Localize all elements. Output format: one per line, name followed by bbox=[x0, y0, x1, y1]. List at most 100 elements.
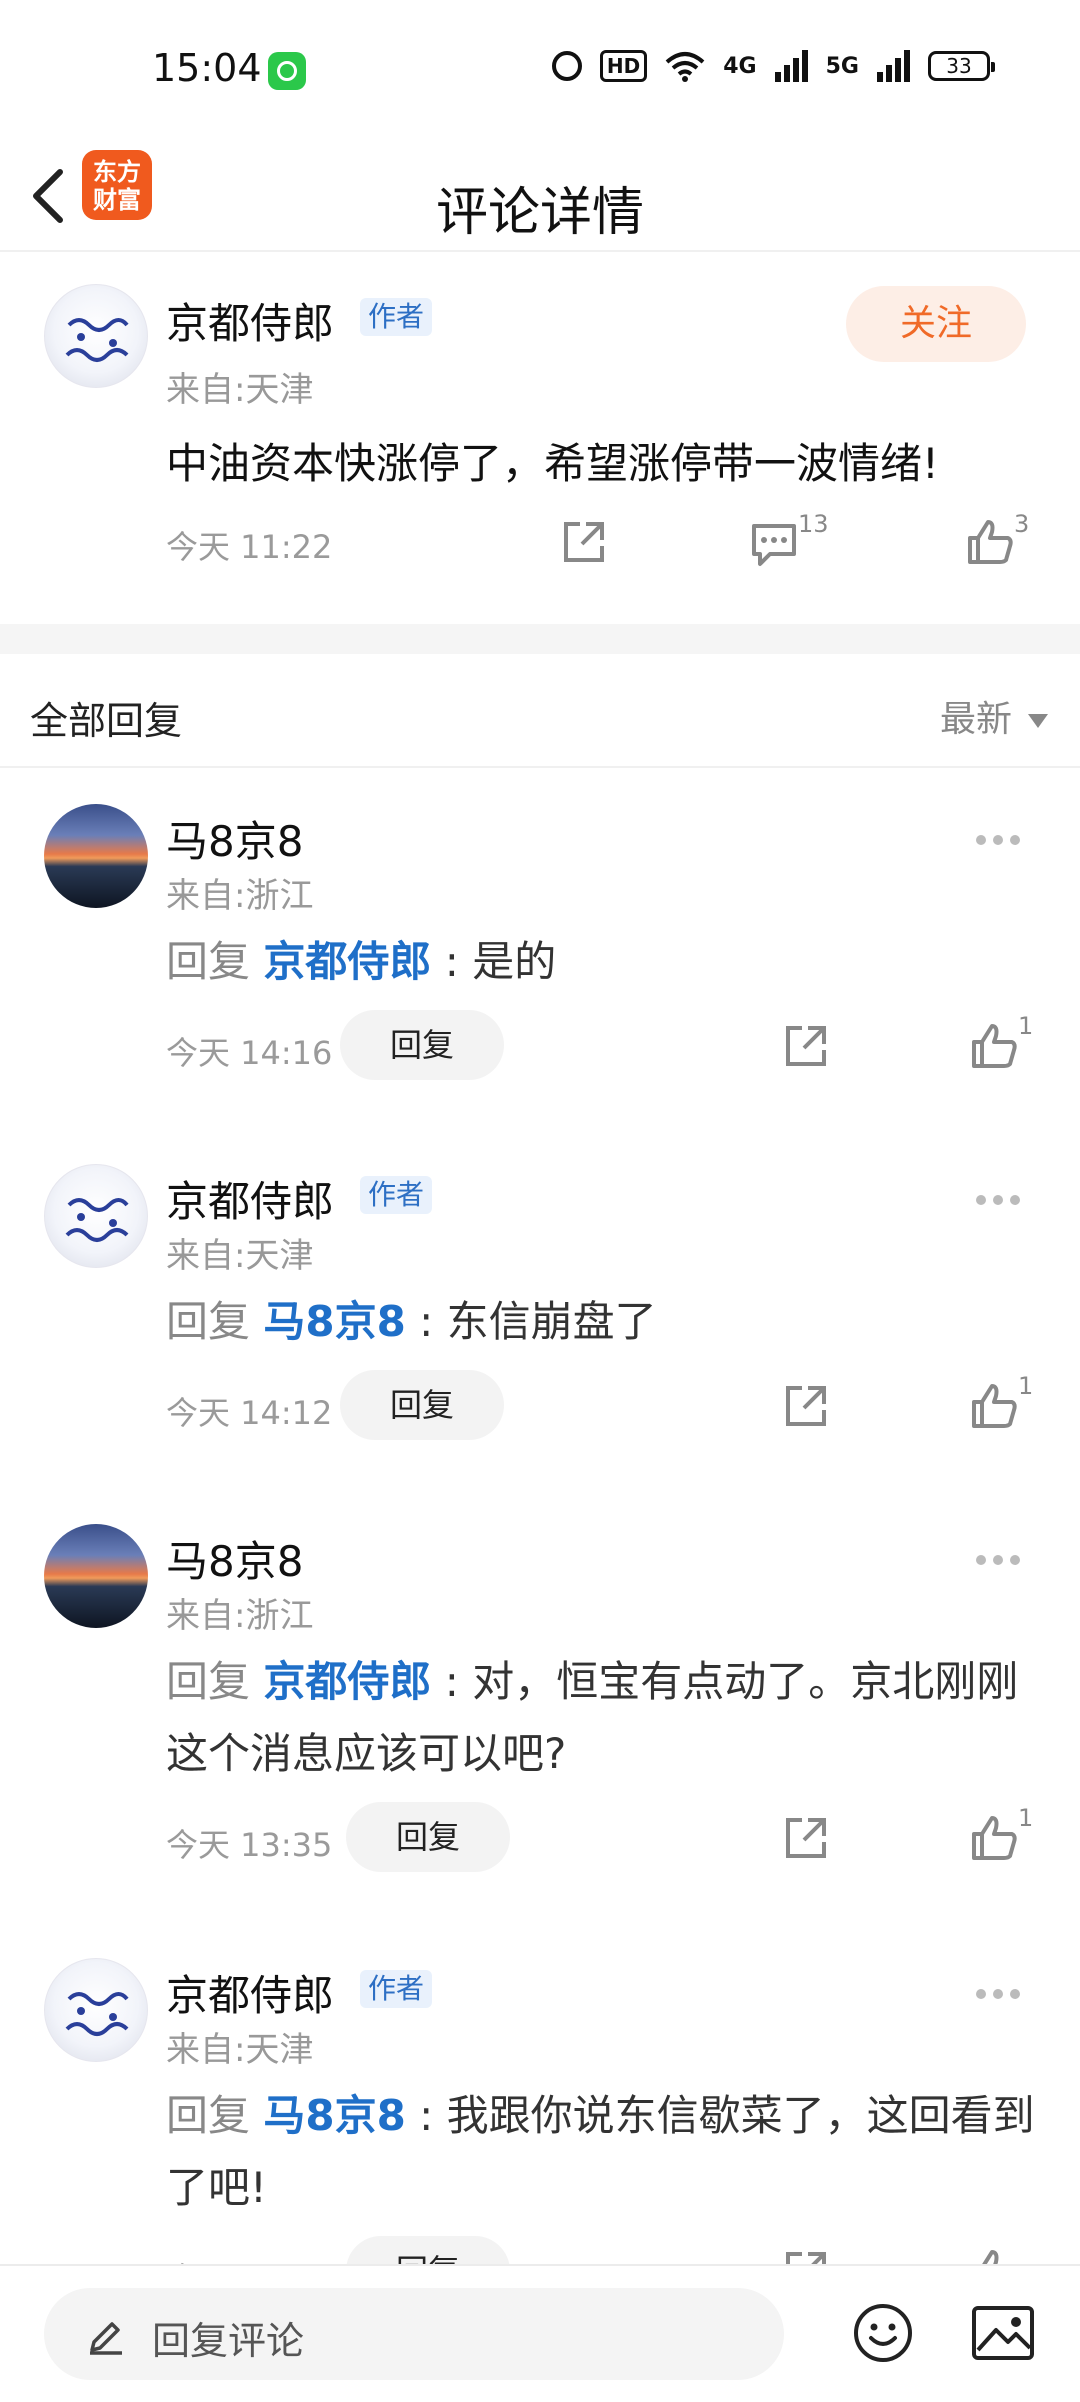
reply-text: 回复 京都侍郎 : 是的 bbox=[166, 926, 1046, 998]
top-nav-bar: 东方 财富 评论详情 bbox=[0, 140, 1080, 252]
reply-text: 回复 京都侍郎 : 对，恒宝有点动了。京北刚刚这个消息应该可以吧? bbox=[166, 1646, 1046, 1790]
share-icon bbox=[786, 1818, 826, 1858]
share-button[interactable] bbox=[780, 1020, 832, 1072]
share-icon bbox=[786, 2252, 826, 2264]
reply-username[interactable]: 京都侍郎 bbox=[166, 1168, 334, 1229]
share-button[interactable] bbox=[558, 516, 610, 568]
reply-button[interactable]: 回复 bbox=[340, 1370, 504, 1440]
emoji-icon[interactable] bbox=[852, 2302, 914, 2364]
reply-username[interactable]: 京都侍郎 bbox=[166, 1962, 334, 2023]
status-indicators: HD 4G 5G 33 bbox=[551, 50, 995, 82]
vase-avatar-image bbox=[65, 1198, 129, 1242]
comment-count: 13 bbox=[798, 510, 829, 538]
like-icon bbox=[968, 520, 1013, 564]
like-button[interactable] bbox=[968, 1020, 1020, 1072]
location-label: 来自:天津 bbox=[166, 370, 314, 410]
reply-time: 今天 14:12 bbox=[166, 1394, 333, 1432]
like-button[interactable] bbox=[964, 516, 1016, 568]
like-icon bbox=[982, 2250, 999, 2264]
reply-button[interactable]: 回复 bbox=[346, 2236, 510, 2264]
avatar[interactable] bbox=[44, 804, 148, 908]
vase-avatar-image bbox=[65, 1992, 129, 2036]
reply-item: 马8京8 来自:浙江 回复 京都侍郎 : 对，恒宝有点动了。京北刚刚这个消息应该… bbox=[0, 1486, 1080, 1920]
share-icon bbox=[786, 1386, 826, 1426]
op-username[interactable]: 京都侍郎 bbox=[166, 290, 334, 351]
signal-bars-icon bbox=[877, 50, 910, 82]
reply-text: 回复 马8京8 : 我跟你说东信歇菜了，这回看到了吧! bbox=[166, 2080, 1046, 2224]
share-button[interactable] bbox=[780, 1380, 832, 1432]
app-notification-icon bbox=[268, 52, 306, 90]
hd-voice-icon: HD bbox=[599, 50, 648, 82]
reply-item: 京都侍郎 作者 来自:天津 回复 马8京8 : 我跟你说东信歇菜了，这回看到了吧… bbox=[0, 1920, 1080, 2264]
avatar[interactable] bbox=[44, 1524, 148, 1628]
alarm-icon bbox=[551, 51, 582, 81]
like-button[interactable] bbox=[968, 1380, 1020, 1432]
author-badge: 作者 bbox=[360, 298, 433, 336]
sort-dropdown[interactable]: 最新 bbox=[940, 690, 1048, 742]
status-time: 15:04 bbox=[152, 46, 262, 90]
comment-icon bbox=[752, 524, 796, 566]
signal-bars-icon bbox=[774, 50, 808, 82]
reply-placeholder: 回复评论 bbox=[152, 2319, 305, 2363]
more-button[interactable] bbox=[976, 1984, 1028, 2004]
status-bar: 15:04 HD 4G 5G 33 bbox=[0, 0, 1080, 140]
like-count: 3 bbox=[1014, 510, 1030, 538]
battery-icon: 33 bbox=[928, 51, 995, 81]
reply-username[interactable]: 马8京8 bbox=[166, 1528, 303, 1589]
reply-button[interactable]: 回复 bbox=[340, 1010, 504, 1080]
page-title: 评论详情 bbox=[435, 183, 644, 243]
op-time: 今天 11:22 bbox=[166, 528, 333, 566]
reply-text: 回复 马8京8 : 东信崩盘了 bbox=[166, 1286, 1046, 1358]
reply-prefix: 回复 bbox=[166, 1297, 264, 1346]
network-5g-label: 5G bbox=[825, 53, 859, 79]
like-icon bbox=[972, 1384, 1017, 1428]
reply-item: 京都侍郎 作者 来自:天津 回复 马8京8 : 东信崩盘了 今天 14:12 回… bbox=[0, 1126, 1080, 1486]
share-icon bbox=[786, 1026, 826, 1066]
location-label: 来自:浙江 bbox=[166, 1596, 314, 1636]
location-label: 来自:天津 bbox=[166, 1236, 314, 1276]
avatar[interactable] bbox=[44, 1164, 148, 1268]
reply-item: 马8京8 来自:浙江 回复 京都侍郎 : 是的 今天 14:16 回复 1 bbox=[0, 766, 1080, 1126]
share-button[interactable] bbox=[780, 2246, 832, 2264]
reply-button[interactable]: 回复 bbox=[346, 1802, 510, 1872]
like-count: 1 bbox=[1018, 1012, 1034, 1040]
share-icon bbox=[564, 522, 604, 562]
reply-body: : 东信崩盘了 bbox=[405, 1297, 657, 1346]
reply-bar: 回复评论 bbox=[0, 2264, 1080, 2402]
mention-link[interactable]: 马8京8 bbox=[263, 1297, 405, 1346]
reply-time: 今天 13:35 bbox=[166, 1826, 333, 1864]
more-button[interactable] bbox=[976, 1550, 1028, 1570]
avatar[interactable] bbox=[44, 284, 148, 388]
like-icon bbox=[972, 1816, 1017, 1860]
reply-prefix: 回复 bbox=[166, 2091, 264, 2140]
like-count: 1 bbox=[1018, 1804, 1034, 1832]
replies-header: 全部回复 最新 bbox=[0, 654, 1080, 768]
author-badge: 作者 bbox=[360, 1176, 433, 1214]
like-button[interactable] bbox=[968, 2246, 1020, 2264]
location-label: 来自:天津 bbox=[166, 2030, 314, 2070]
mention-link[interactable]: 京都侍郎 bbox=[263, 937, 431, 986]
pencil-icon bbox=[90, 2322, 122, 2355]
share-button[interactable] bbox=[780, 1812, 832, 1864]
avatar[interactable] bbox=[44, 1958, 148, 2062]
more-button[interactable] bbox=[976, 1190, 1028, 1210]
more-button[interactable] bbox=[976, 830, 1028, 850]
vase-avatar-image bbox=[65, 318, 129, 362]
reply-prefix: 回复 bbox=[166, 1657, 264, 1706]
caret-down-icon bbox=[1028, 714, 1048, 728]
like-button[interactable] bbox=[968, 1812, 1020, 1864]
original-comment: 京都侍郎 作者 来自:天津 关注 中油资本快涨停了，希望涨停带一波情绪! 今天 … bbox=[0, 252, 1080, 624]
comment-button[interactable] bbox=[748, 518, 800, 570]
image-icon[interactable] bbox=[970, 2304, 1036, 2362]
reply-comment-input[interactable]: 回复评论 bbox=[44, 2288, 784, 2380]
follow-button[interactable]: 关注 bbox=[846, 286, 1026, 362]
reply-username[interactable]: 马8京8 bbox=[166, 808, 303, 869]
sort-label: 最新 bbox=[939, 699, 1012, 740]
section-divider bbox=[0, 624, 1080, 654]
reply-time: 今天 13:33 bbox=[166, 2254, 332, 2264]
mention-link[interactable]: 马8京8 bbox=[263, 2091, 405, 2140]
mention-link[interactable]: 京都侍郎 bbox=[263, 1657, 431, 1706]
like-count: 1 bbox=[1018, 1372, 1034, 1400]
like-icon bbox=[972, 1024, 1017, 1068]
reply-prefix: 回复 bbox=[166, 937, 264, 986]
